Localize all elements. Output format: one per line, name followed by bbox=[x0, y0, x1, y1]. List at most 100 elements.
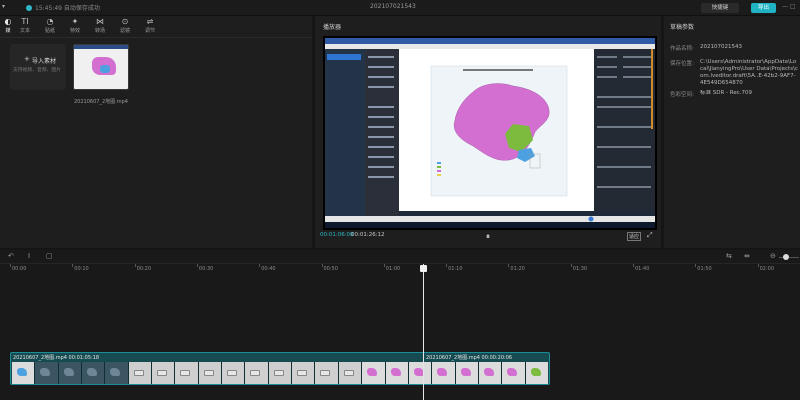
ruler-tick bbox=[508, 264, 510, 267]
player-title: 播放器 bbox=[323, 24, 342, 31]
link-icon[interactable]: ⇆ bbox=[726, 252, 732, 260]
delete-icon[interactable]: ▢ bbox=[46, 252, 53, 260]
draft-params-panel: 草稿参数 作品名称: 202107021543 保存位置: C:\Users\A… bbox=[664, 16, 800, 248]
preview-frame bbox=[323, 36, 657, 230]
clip-frame bbox=[35, 362, 58, 384]
param-key: 色彩空间: bbox=[670, 92, 694, 98]
top-bar: ▾ 15:45:49 自动保存成功 202107021543 快捷键 导出 — … bbox=[0, 0, 800, 16]
ruler-label: 01:00 bbox=[385, 266, 401, 272]
tool-row: ◐ 媒 TI 文本 ◔ 贴纸 ✦ 特效 ⋈ 转场 ⊙ 滤镜 ⇌ 调节 bbox=[0, 16, 312, 38]
clip-frames bbox=[12, 362, 548, 384]
zoom-slider[interactable] bbox=[779, 257, 799, 258]
effects-icon: ✦ bbox=[71, 17, 79, 26]
window-controls[interactable]: — □ bbox=[782, 3, 796, 10]
frame-map-shape bbox=[40, 368, 51, 376]
sticker-icon: ◔ bbox=[46, 17, 54, 26]
clip-name: 20210607_2地图.mp4 bbox=[426, 355, 480, 361]
clip-frame bbox=[385, 362, 408, 384]
filter-icon: ⊙ bbox=[121, 17, 129, 26]
snap-icon[interactable]: ⇹ bbox=[744, 252, 750, 260]
ruler-label: 01:40 bbox=[635, 266, 650, 272]
ruler-label: 00:30 bbox=[198, 266, 214, 272]
frame-map-shape bbox=[227, 370, 238, 376]
frame-map-shape bbox=[530, 368, 541, 376]
ruler-label: 00:10 bbox=[74, 266, 89, 272]
video-preview[interactable] bbox=[323, 36, 657, 230]
ruler-tick bbox=[446, 264, 448, 267]
play-button[interactable]: ⏸ bbox=[486, 232, 490, 242]
clip-frame bbox=[82, 362, 105, 384]
fullscreen-icon[interactable]: ⤢ bbox=[647, 231, 653, 240]
tool-adjust[interactable]: ⇌ 调节 bbox=[138, 17, 162, 37]
clip-frame bbox=[12, 362, 35, 384]
plus-icon: + bbox=[24, 55, 30, 63]
ruler-label: 00:20 bbox=[136, 266, 152, 272]
export-button[interactable]: 导出 bbox=[751, 3, 776, 13]
import-hint: 支持视频、音频、图片 bbox=[13, 68, 61, 73]
save-status: 15:45:49 自动保存成功 bbox=[35, 3, 100, 12]
menu-icon[interactable]: ▾ bbox=[2, 3, 14, 13]
tool-label: 文本 bbox=[19, 28, 30, 34]
playhead-handle[interactable] bbox=[420, 265, 427, 272]
zoom-out-icon[interactable]: ⊖ bbox=[770, 252, 776, 260]
frame-map-shape bbox=[17, 368, 27, 376]
ruler-tick bbox=[570, 264, 572, 267]
playhead[interactable] bbox=[423, 264, 424, 400]
ruler-label: 00:00 bbox=[12, 266, 27, 272]
frame-map-shape bbox=[297, 370, 308, 376]
shortcut-button[interactable]: 快捷键 bbox=[701, 3, 739, 13]
transition-icon: ⋈ bbox=[96, 17, 104, 26]
tool-text[interactable]: TI 文本 bbox=[13, 17, 37, 37]
clip-frame bbox=[502, 362, 525, 384]
split-icon[interactable]: I bbox=[28, 252, 30, 260]
media-panel: ◐ 媒 TI 文本 ◔ 贴纸 ✦ 特效 ⋈ 转场 ⊙ 滤镜 ⇌ 调节 + 导入素… bbox=[0, 16, 312, 248]
tool-sticker[interactable]: ◔ 贴纸 bbox=[38, 17, 62, 37]
clip-frame bbox=[338, 362, 362, 384]
clip-frame bbox=[222, 362, 245, 384]
ruler-tick bbox=[757, 264, 759, 267]
tool-label: 滤镜 bbox=[119, 28, 130, 34]
ruler-label: 01:50 bbox=[697, 266, 712, 272]
ruler-tick bbox=[10, 264, 11, 267]
tool-effects[interactable]: ✦ 特效 bbox=[63, 17, 87, 37]
media-thumbnail[interactable] bbox=[73, 44, 129, 90]
adjust-icon: ⇌ bbox=[146, 17, 154, 26]
clip-frame bbox=[408, 362, 432, 384]
ruler-label: 00:50 bbox=[323, 266, 338, 272]
tool-filter[interactable]: ⊙ 滤镜 bbox=[113, 17, 137, 37]
clip-frame bbox=[362, 362, 385, 384]
clip-duration: 00:01:05:18 bbox=[68, 355, 100, 361]
ruler-label: 02:00 bbox=[759, 266, 775, 272]
frame-map-shape bbox=[180, 370, 191, 376]
clip-frame bbox=[478, 362, 502, 384]
clip-label: 20210607_2地图.mp4 00:01:05:18 bbox=[13, 354, 99, 361]
import-button[interactable]: + 导入素材 支持视频、音频、图片 bbox=[10, 44, 66, 90]
undo-icon[interactable]: ↶ bbox=[8, 252, 14, 260]
ruler-label: 01:30 bbox=[572, 266, 588, 272]
clip-frame bbox=[175, 362, 198, 384]
total-timecode: 00:01:26:12 bbox=[351, 232, 385, 238]
save-status-icon bbox=[26, 5, 32, 11]
clip-label: 20210607_2地图.mp4 00:00:20:06 bbox=[426, 354, 512, 361]
save-time: 15:45:49 bbox=[35, 5, 62, 12]
clip-frame bbox=[432, 362, 455, 384]
project-title: 202107021543 bbox=[370, 3, 416, 10]
clip-frame bbox=[198, 362, 222, 384]
frame-map-shape bbox=[110, 368, 121, 376]
ruler-tick bbox=[695, 264, 697, 267]
import-label: 导入素材 bbox=[32, 58, 57, 65]
ruler-tick bbox=[259, 264, 261, 267]
tool-label: 转场 bbox=[94, 28, 105, 34]
tool-transition[interactable]: ⋈ 转场 bbox=[88, 17, 112, 37]
param-key: 保存位置: bbox=[670, 61, 694, 67]
zoom-slider-knob[interactable] bbox=[783, 254, 789, 260]
ruler-tick bbox=[383, 264, 385, 267]
clip-frame bbox=[315, 362, 338, 384]
frame-map-shape bbox=[483, 368, 494, 376]
video-track[interactable]: 20210607_2地图.mp4 00:01:05:18 20210607_2地… bbox=[10, 352, 550, 385]
time-ruler[interactable]: 00:00 00:10 00:20 00:30 00:40 00:50 01:00 01:10… bbox=[0, 264, 800, 274]
ruler-tick bbox=[633, 264, 634, 267]
map-shape bbox=[100, 65, 110, 73]
ratio-button[interactable]: 适应 bbox=[627, 232, 642, 241]
player-panel: 播放器 00:01:06:08 00:01:26:12 ⏸ 适应 ⤢ bbox=[315, 16, 661, 248]
